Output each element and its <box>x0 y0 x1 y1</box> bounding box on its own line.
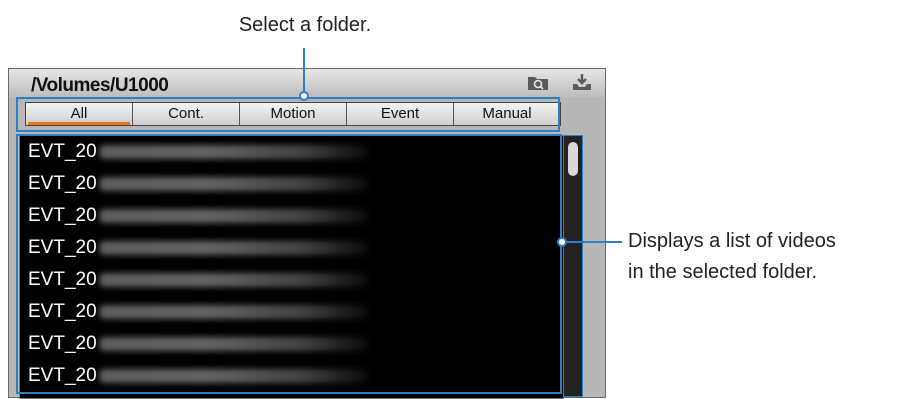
list-annotation-line1: Displays a list of videos <box>628 230 836 252</box>
scrollbar-thumb[interactable] <box>568 142 578 176</box>
list-callout-line <box>566 241 622 243</box>
tabs-highlight <box>16 97 560 132</box>
select-folder-annotation: Select a folder. <box>238 14 372 36</box>
list-callout-dot <box>557 237 567 247</box>
download-icon[interactable] <box>571 73 593 91</box>
list-annotation-line2: in the selected folder. <box>628 261 818 283</box>
list-scrollbar[interactable] <box>563 135 583 397</box>
current-path: /Volumes/U1000 <box>31 75 169 96</box>
folder-search-icon[interactable] <box>527 73 549 91</box>
tabs-callout-line <box>303 48 305 95</box>
tabs-callout-dot <box>299 91 309 101</box>
list-annotation: Displays a list of videos in the selecte… <box>628 226 898 288</box>
list-highlight <box>16 134 562 394</box>
